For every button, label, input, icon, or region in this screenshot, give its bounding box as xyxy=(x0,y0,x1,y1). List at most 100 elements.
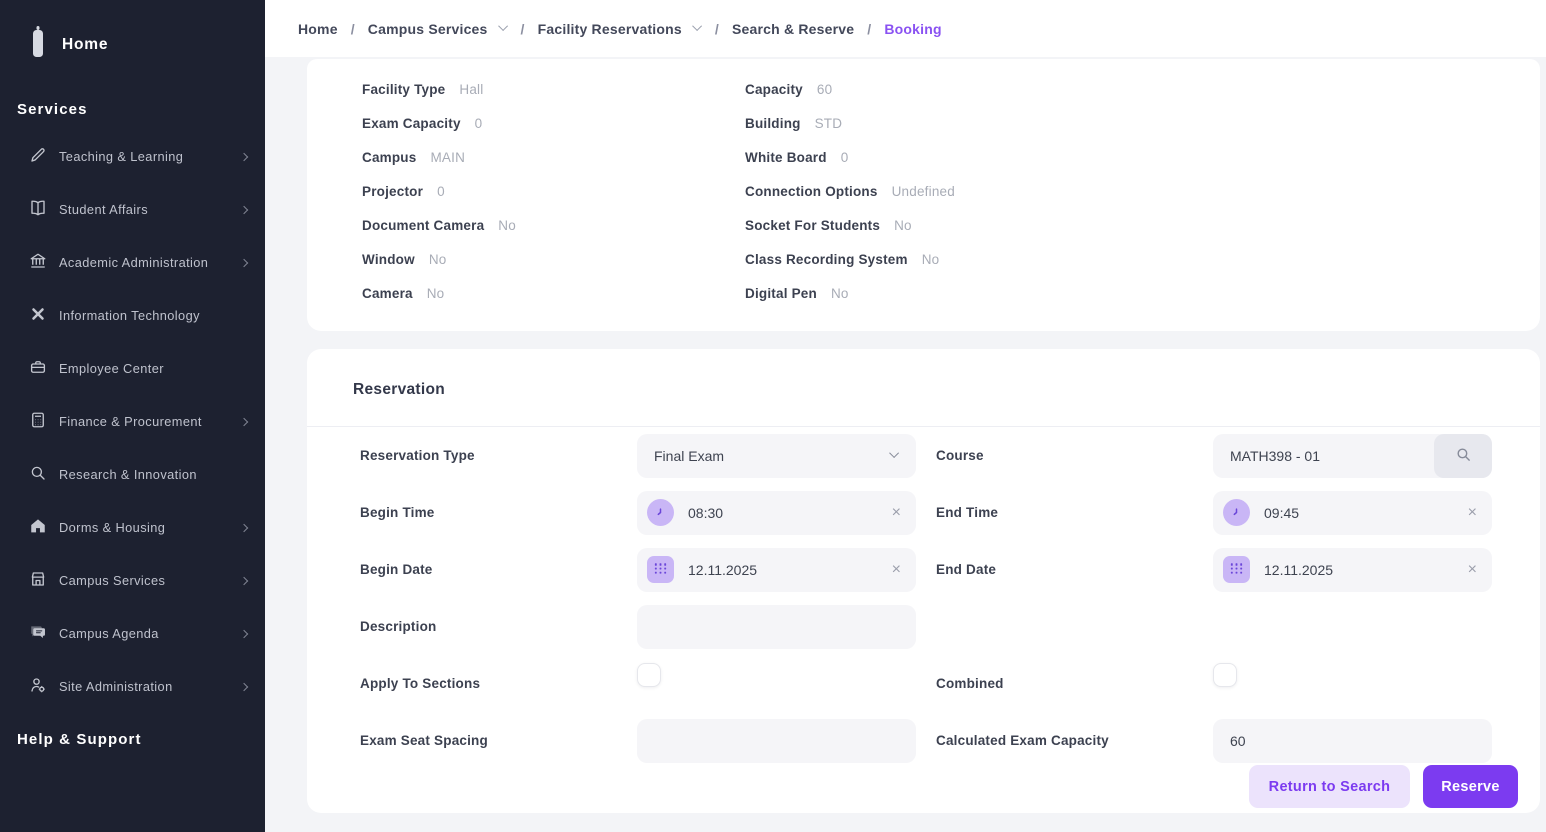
reservation-title: Reservation xyxy=(307,349,1540,399)
reserve-button[interactable]: Reserve xyxy=(1423,765,1518,808)
book-icon xyxy=(29,199,47,220)
description-label: Description xyxy=(360,619,637,634)
detail-connection-options: Connection OptionsUndefined xyxy=(745,174,1540,208)
detail-exam-capacity: Exam Capacity0 xyxy=(362,106,745,140)
reservation-form: Reservation Type Final Exam Course MATH3… xyxy=(360,427,1540,769)
calculated-exam-capacity-input[interactable]: 60 xyxy=(1213,719,1492,763)
end-time-label: End Time xyxy=(916,505,1213,520)
detail-document-camera: Document CameraNo xyxy=(362,208,745,242)
return-to-search-button[interactable]: Return to Search xyxy=(1249,765,1410,808)
breadcrumb-campus-services[interactable]: Campus Services xyxy=(368,21,488,37)
page-content: Facility TypeHall Capacity60 Exam Capaci… xyxy=(265,57,1546,832)
clear-icon[interactable]: × xyxy=(892,562,901,578)
bank-icon xyxy=(29,252,47,273)
house-icon xyxy=(29,517,47,538)
sidebar-item-finance-procurement[interactable]: Finance & Procurement xyxy=(0,395,265,448)
chevron-right-icon xyxy=(240,629,248,637)
course-label: Course xyxy=(916,448,1213,463)
course-search-button[interactable] xyxy=(1434,434,1492,478)
sidebar-section-services: Services xyxy=(0,101,265,118)
topbar: Home / Campus Services / Facility Reserv… xyxy=(265,0,1546,57)
reservation-type-select[interactable]: Final Exam xyxy=(637,434,916,478)
sidebar-item-employee-center[interactable]: Employee Center xyxy=(0,342,265,395)
sidebar-nav: Teaching & Learning Student Affairs Acad… xyxy=(0,130,265,713)
calculated-exam-capacity-label: Calculated Exam Capacity xyxy=(916,733,1213,748)
detail-digital-pen: Digital PenNo xyxy=(745,276,1540,310)
course-input[interactable]: MATH398 - 01 xyxy=(1213,434,1492,478)
detail-class-recording-system: Class Recording SystemNo xyxy=(745,242,1540,276)
apply-to-sections-label: Apply To Sections xyxy=(360,676,637,691)
storefront-icon xyxy=(29,570,47,591)
chevron-down-icon[interactable] xyxy=(692,21,702,31)
sidebar-item-site-administration[interactable]: Site Administration xyxy=(0,660,265,713)
combined-checkbox[interactable] xyxy=(1213,663,1237,687)
reservation-type-label: Reservation Type xyxy=(360,448,637,463)
sidebar-item-information-technology[interactable]: Information Technology xyxy=(0,289,265,342)
clear-icon[interactable]: × xyxy=(892,505,901,521)
form-actions: Return to Search Reserve xyxy=(1249,765,1518,808)
sidebar-section-help-support: Help & Support xyxy=(0,731,265,748)
begin-time-input[interactable]: 08:30 × xyxy=(637,491,916,535)
reservation-card: Reservation Reservation Type Final Exam … xyxy=(307,349,1540,813)
apply-to-sections-checkbox[interactable] xyxy=(637,663,661,687)
description-input[interactable] xyxy=(637,605,916,649)
chevron-down-icon xyxy=(889,448,899,458)
chevron-right-icon xyxy=(240,417,248,425)
combined-label: Combined xyxy=(916,676,1213,691)
clear-icon[interactable]: × xyxy=(1468,562,1477,578)
clock-icon xyxy=(1223,499,1250,526)
chevron-right-icon xyxy=(240,152,248,160)
sidebar-item-home[interactable]: Home xyxy=(0,0,265,63)
sidebar-item-academic-administration[interactable]: Academic Administration xyxy=(0,236,265,289)
sidebar-item-teaching-learning[interactable]: Teaching & Learning xyxy=(0,130,265,183)
end-date-input[interactable]: 12.11.2025 × xyxy=(1213,548,1492,592)
user-gear-icon xyxy=(29,676,47,697)
sidebar-item-research-innovation[interactable]: Research & Innovation xyxy=(0,448,265,501)
breadcrumb-search-reserve[interactable]: Search & Reserve xyxy=(732,21,854,37)
detail-facility-type: Facility TypeHall xyxy=(362,72,745,106)
breadcrumb-facility-reservations[interactable]: Facility Reservations xyxy=(538,21,682,37)
magnifier-icon xyxy=(29,464,47,485)
chevron-right-icon xyxy=(240,205,248,213)
begin-date-label: Begin Date xyxy=(360,562,637,577)
briefcase-icon xyxy=(29,358,47,379)
search-icon xyxy=(1455,446,1472,466)
chat-icon xyxy=(29,623,47,644)
breadcrumb-home[interactable]: Home xyxy=(298,21,338,37)
calculator-icon xyxy=(29,411,47,432)
breadcrumb: Home / Campus Services / Facility Reserv… xyxy=(298,21,942,37)
detail-window: WindowNo xyxy=(362,242,745,276)
chevron-right-icon xyxy=(240,258,248,266)
sidebar-item-dorms-housing[interactable]: Dorms & Housing xyxy=(0,501,265,554)
facility-details-grid: Facility TypeHall Capacity60 Exam Capaci… xyxy=(362,72,1540,310)
calendar-icon xyxy=(1223,556,1250,583)
begin-date-input[interactable]: 12.11.2025 × xyxy=(637,548,916,592)
main-area: Home / Campus Services / Facility Reserv… xyxy=(265,0,1546,832)
pencil-icon xyxy=(29,146,47,167)
clock-icon xyxy=(647,499,674,526)
detail-socket-for-students: Socket For StudentsNo xyxy=(745,208,1540,242)
home-logo-icon xyxy=(31,26,45,63)
app-window: Home Services Teaching & Learning Studen… xyxy=(0,0,1546,832)
detail-capacity: Capacity60 xyxy=(745,72,1540,106)
facility-details-card: Facility TypeHall Capacity60 Exam Capaci… xyxy=(307,59,1540,331)
calendar-icon xyxy=(647,556,674,583)
breadcrumb-booking: Booking xyxy=(884,21,941,37)
chevron-right-icon xyxy=(240,682,248,690)
detail-white-board: White Board0 xyxy=(745,140,1540,174)
exam-seat-spacing-label: Exam Seat Spacing xyxy=(360,733,637,748)
chevron-down-icon[interactable] xyxy=(498,21,508,31)
exam-seat-spacing-input[interactable] xyxy=(637,719,916,763)
detail-campus: CampusMAIN xyxy=(362,140,745,174)
chevron-right-icon xyxy=(240,523,248,531)
detail-projector: Projector0 xyxy=(362,174,745,208)
x-mark-icon xyxy=(29,305,47,326)
detail-building: BuildingSTD xyxy=(745,106,1540,140)
begin-time-label: Begin Time xyxy=(360,505,637,520)
end-time-input[interactable]: 09:45 × xyxy=(1213,491,1492,535)
sidebar-item-campus-services[interactable]: Campus Services xyxy=(0,554,265,607)
sidebar-item-campus-agenda[interactable]: Campus Agenda xyxy=(0,607,265,660)
sidebar-item-student-affairs[interactable]: Student Affairs xyxy=(0,183,265,236)
clear-icon[interactable]: × xyxy=(1468,505,1477,521)
chevron-right-icon xyxy=(240,576,248,584)
